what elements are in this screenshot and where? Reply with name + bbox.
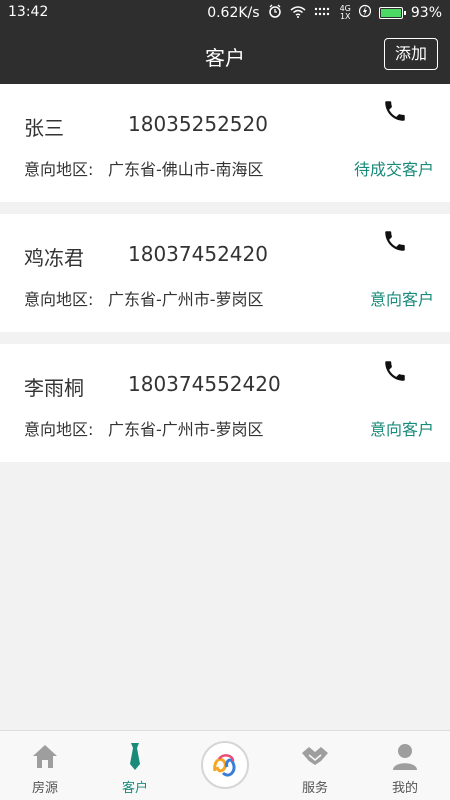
tie-icon — [120, 741, 150, 771]
customer-phone: 18037452420 — [128, 242, 268, 266]
tab-mine[interactable]: 我的 — [360, 731, 450, 800]
area-value: 广东省-佛山市-南海区 — [108, 160, 264, 179]
area-value: 广东省-广州市-萝岗区 — [108, 290, 264, 309]
charging-icon — [358, 4, 371, 22]
battery-icon — [378, 7, 406, 19]
add-button[interactable]: 添加 — [384, 38, 438, 70]
customer-name: 张三 — [24, 116, 64, 140]
customer-status: 意向客户 — [369, 420, 434, 439]
person-icon — [390, 741, 420, 771]
tab-label: 服务 — [301, 781, 328, 796]
customer-card[interactable]: 鸡冻君 18037452420 意向地区: 广东省-广州市-萝岗区 意向客户 — [0, 214, 450, 332]
customer-card[interactable]: 李雨桐 180374552420 意向地区: 广东省-广州市-萝岗区 意向客户 — [0, 344, 450, 462]
handshake-icon — [300, 741, 330, 771]
area-value: 广东省-广州市-萝岗区 — [108, 420, 264, 439]
network-type: 4G 1X — [339, 4, 351, 21]
bottom-tab-bar: 房源 客户 服务 我的 — [0, 730, 450, 800]
app-logo-icon — [203, 754, 247, 791]
phone-call-icon[interactable] — [382, 98, 408, 124]
tab-label: 客户 — [121, 781, 148, 796]
app-logo-button[interactable] — [201, 741, 249, 789]
battery-text: 93% — [410, 5, 442, 21]
customer-phone: 180374552420 — [128, 372, 281, 396]
phone-call-icon[interactable] — [382, 228, 408, 254]
customer-status: 待成交客户 — [353, 160, 434, 179]
network-speed: 0.62K/s — [207, 5, 260, 21]
customer-list: 张三 18035252520 意向地区: 广东省-佛山市-南海区 待成交客户 鸡… — [0, 84, 450, 474]
customer-card[interactable]: 张三 18035252520 意向地区: 广东省-佛山市-南海区 待成交客户 — [0, 84, 450, 202]
tab-label: 我的 — [391, 781, 418, 796]
area-label: 意向地区: — [24, 290, 94, 309]
status-right: 0.62K/s 4G 1X 93% — [207, 4, 442, 22]
page-title: 客户 — [205, 46, 245, 70]
customer-status: 意向客户 — [369, 290, 434, 309]
tab-label: 房源 — [31, 781, 58, 796]
customer-phone: 18035252520 — [128, 112, 268, 136]
house-icon — [30, 741, 60, 771]
wifi-icon — [290, 5, 306, 22]
area-label: 意向地区: — [24, 420, 94, 439]
status-bar: 13:42 0.62K/s 4G 1X 93% — [0, 0, 450, 26]
customer-name: 李雨桐 — [24, 376, 84, 400]
area-label: 意向地区: — [24, 160, 94, 179]
tab-customers[interactable]: 客户 — [90, 731, 180, 800]
tab-listings[interactable]: 房源 — [0, 731, 90, 800]
nav-bar: 客户 添加 — [0, 26, 450, 84]
phone-call-icon[interactable] — [382, 358, 408, 384]
customer-name: 鸡冻君 — [24, 246, 84, 270]
signal-dots-icon — [314, 5, 332, 21]
alarm-icon — [268, 4, 282, 22]
tab-services[interactable]: 服务 — [270, 731, 360, 800]
status-time: 13:42 — [8, 4, 49, 20]
